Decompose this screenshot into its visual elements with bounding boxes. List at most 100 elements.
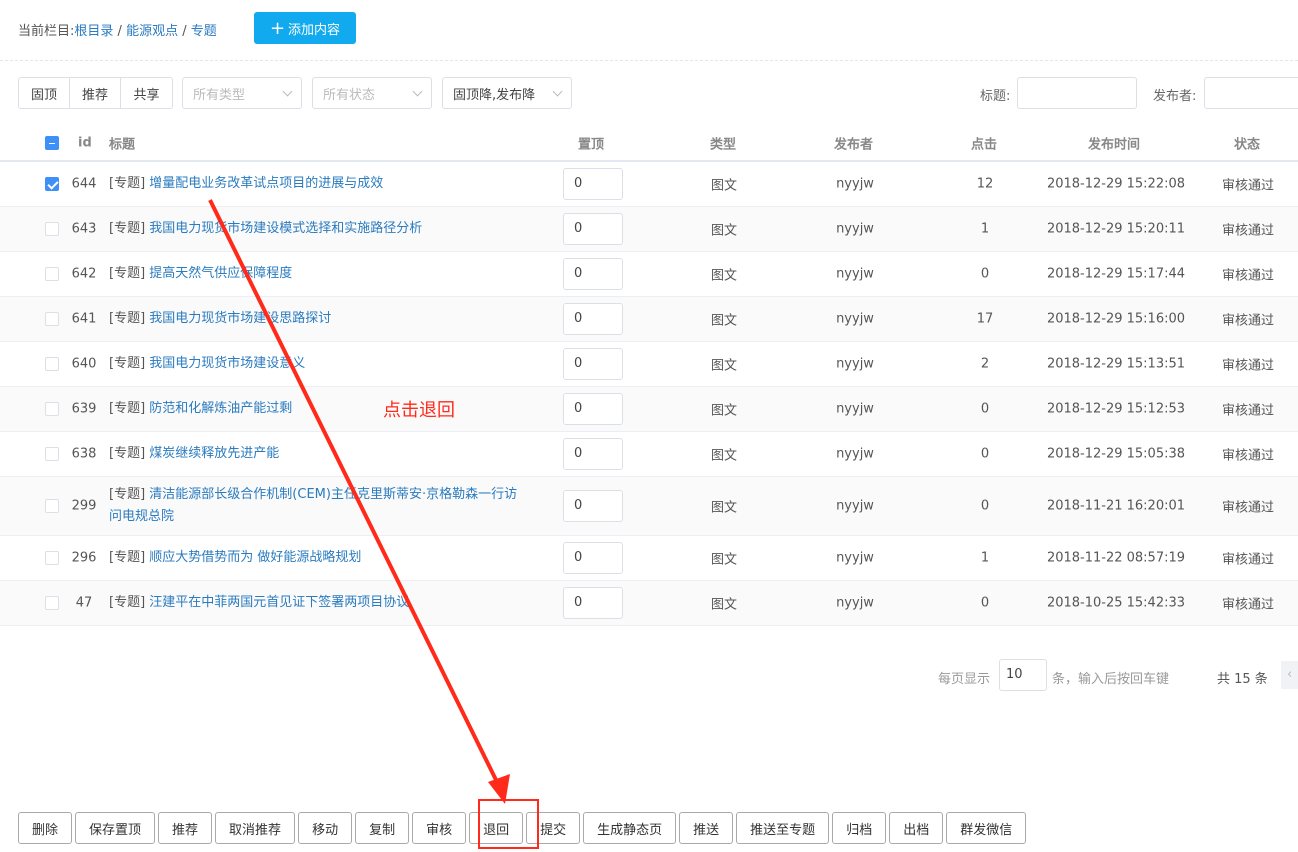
row-checkbox[interactable] — [45, 596, 59, 610]
annotation-arrow-head — [488, 774, 510, 804]
row-top-input[interactable]: 0 — [563, 587, 623, 619]
row-time: 2018-11-21 16:20:01 — [1046, 498, 1186, 514]
row-clicks: 12 — [976, 176, 994, 192]
row-publisher: nyyjw — [836, 176, 874, 192]
filter-pinned[interactable]: 固顶 — [19, 78, 70, 108]
title-filter-label: 标题: — [980, 89, 1011, 104]
row-clicks: 0 — [980, 401, 990, 417]
row-publisher: nyyjw — [836, 311, 874, 327]
row-checkbox[interactable] — [45, 499, 59, 513]
table-row: 638 [专题] 煤炭继续释放先进产能 0 图文 nyyjw 0 2018-12… — [0, 432, 1298, 477]
row-title-link[interactable]: 煤炭继续释放先进产能 — [149, 446, 279, 461]
action-button-11[interactable]: 推送至专题 — [736, 812, 830, 844]
action-button-3[interactable]: 取消推荐 — [215, 812, 296, 844]
row-status: 审核通过 — [1221, 597, 1274, 613]
row-title-link[interactable]: 我国电力现货市场建设模式选择和实施路径分析 — [149, 221, 422, 236]
row-title-link[interactable]: 我国电力现货市场建设意义 — [149, 356, 305, 371]
action-button-7[interactable]: 退回 — [469, 812, 524, 844]
chevron-down-icon — [282, 86, 293, 96]
row-publisher: nyyjw — [836, 266, 874, 282]
row-clicks: 0 — [980, 446, 990, 462]
row-id: 47 — [75, 595, 93, 611]
action-button-0[interactable]: 删除 — [18, 812, 73, 844]
filter-recommended[interactable]: 推荐 — [70, 78, 121, 108]
publisher-filter-input[interactable] — [1204, 77, 1298, 109]
chevron-left-icon: ‹ — [1287, 667, 1293, 682]
row-top-input[interactable]: 0 — [563, 303, 623, 335]
select-all-checkbox[interactable] — [45, 135, 59, 150]
action-button-2[interactable]: 推荐 — [158, 812, 213, 844]
row-checkbox[interactable] — [45, 447, 59, 461]
row-title-link[interactable]: 提高天然气供应保障程度 — [149, 266, 292, 281]
row-title-link[interactable]: 汪建平在中菲两国元首见证下签署两项目协议 — [149, 595, 409, 610]
row-top-input[interactable]: 0 — [563, 348, 623, 380]
row-id: 638 — [71, 446, 97, 462]
row-top-input[interactable]: 0 — [563, 258, 623, 290]
table-row: 641 [专题] 我国电力现货市场建设思路探讨 0 图文 nyyjw 17 20… — [0, 297, 1298, 342]
table-row: 644 [专题] 增量配电业务改革试点项目的进展与成效 0 图文 nyyjw 1… — [0, 162, 1298, 207]
row-checkbox[interactable] — [45, 312, 59, 326]
row-checkbox[interactable] — [45, 177, 59, 191]
breadcrumb-topic[interactable]: 专题 — [191, 24, 217, 39]
breadcrumb-energy[interactable]: 能源观点 — [126, 24, 178, 39]
table-row: 639 [专题] 防范和化解炼油产能过剩 0 图文 nyyjw 0 2018-1… — [0, 387, 1298, 432]
action-button-13[interactable]: 出档 — [889, 812, 944, 844]
row-top-input[interactable]: 0 — [563, 213, 623, 245]
row-type: 图文 — [710, 223, 737, 239]
row-top-input[interactable]: 0 — [563, 542, 623, 574]
divider — [0, 60, 1298, 61]
row-type: 图文 — [710, 178, 737, 194]
row-top-input[interactable]: 0 — [563, 168, 623, 200]
breadcrumb-root[interactable]: 根目录 — [74, 24, 113, 39]
add-content-button[interactable]: + 添加内容 — [254, 12, 356, 44]
row-title-link[interactable]: 顺应大势借势而为 做好能源战略规划 — [149, 550, 361, 565]
row-checkbox[interactable] — [45, 267, 59, 281]
row-status: 审核通过 — [1221, 552, 1274, 568]
row-title-link[interactable]: 我国电力现货市场建设思路探讨 — [149, 311, 331, 326]
action-button-4[interactable]: 移动 — [298, 812, 353, 844]
sort-select[interactable]: 固顶降,发布降 — [442, 77, 572, 109]
action-button-6[interactable]: 审核 — [412, 812, 467, 844]
row-time: 2018-12-29 15:12:53 — [1046, 401, 1186, 417]
row-clicks: 1 — [980, 550, 990, 566]
action-button-5[interactable]: 复制 — [355, 812, 410, 844]
row-title: [专题] 增量配电业务改革试点项目的进展与成效 — [109, 176, 384, 191]
action-bar: 删除 保存置顶 推荐 取消推荐 移动 复制 审核 退回 提交 生成静态页 推送 推送至专题 归档 出档 群发… — [18, 812, 1027, 844]
total-count: 共 15 条 — [1217, 672, 1268, 687]
row-checkbox[interactable] — [45, 402, 59, 416]
row-title-link[interactable]: 防范和化解炼油产能过剩 — [149, 401, 292, 416]
row-checkbox[interactable] — [45, 357, 59, 371]
filter-shared[interactable]: 共享 — [121, 78, 172, 108]
row-top-input[interactable]: 0 — [563, 393, 623, 425]
table-header: id 标题 置顶 类型 发布者 点击 发布时间 状态 — [0, 125, 1298, 162]
row-clicks: 1 — [980, 221, 990, 237]
action-button-1[interactable]: 保存置顶 — [75, 812, 156, 844]
row-publisher: nyyjw — [836, 446, 874, 462]
table-row: 296 [专题] 顺应大势借势而为 做好能源战略规划 0 图文 nyyjw 1 … — [0, 536, 1298, 581]
breadcrumb: 当前栏目:根目录 / 能源观点 / 专题 — [18, 24, 217, 39]
row-top-input[interactable]: 0 — [563, 490, 623, 522]
per-page-input[interactable]: 10 — [999, 659, 1047, 691]
row-clicks: 2 — [980, 356, 990, 372]
row-title: [专题] 提高天然气供应保障程度 — [109, 266, 293, 281]
prev-page-button[interactable]: ‹ — [1281, 661, 1298, 689]
row-type: 图文 — [710, 448, 737, 464]
row-title-link[interactable]: 清洁能源部长级合作机制(CEM)主任克里斯蒂安·京格勒森一行访问电规总院 — [109, 487, 517, 524]
per-page-label: 每页显示 — [938, 672, 991, 687]
action-button-14[interactable]: 群发微信 — [946, 812, 1027, 844]
table-row: 642 [专题] 提高天然气供应保障程度 0 图文 nyyjw 0 2018-1… — [0, 252, 1298, 297]
row-publisher: nyyjw — [836, 356, 874, 372]
row-checkbox[interactable] — [45, 222, 59, 236]
action-button-10[interactable]: 推送 — [679, 812, 734, 844]
row-checkbox[interactable] — [45, 551, 59, 565]
action-button-8[interactable]: 提交 — [526, 812, 581, 844]
row-title-link[interactable]: 增量配电业务改革试点项目的进展与成效 — [149, 176, 383, 191]
type-select[interactable]: 所有类型 — [182, 77, 302, 109]
row-id: 643 — [71, 221, 97, 237]
action-button-9[interactable]: 生成静态页 — [583, 812, 677, 844]
title-filter-input[interactable] — [1017, 77, 1137, 109]
row-top-input[interactable]: 0 — [563, 438, 623, 470]
status-select[interactable]: 所有状态 — [312, 77, 432, 109]
action-button-12[interactable]: 归档 — [832, 812, 887, 844]
row-time: 2018-12-29 15:22:08 — [1046, 176, 1186, 192]
